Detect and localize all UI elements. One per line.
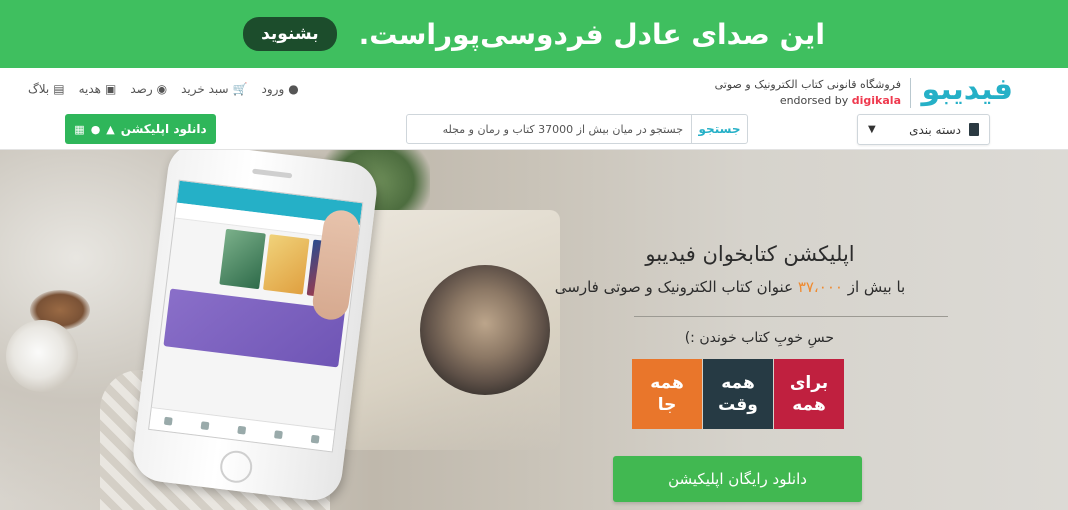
phone-home-button — [218, 448, 255, 485]
phone-mockup — [130, 150, 380, 504]
category-content: دسته بندی — [909, 123, 979, 137]
app-book-item — [219, 228, 266, 290]
nav-blog[interactable]: ▤ بلاگ — [28, 82, 65, 96]
user-icon: ● — [288, 82, 299, 96]
android-icon: ▲ — [106, 122, 115, 136]
eye-icon: ◉ — [156, 82, 168, 96]
tile-everywhere: همه جا — [632, 359, 702, 429]
tile-line2: همه — [792, 395, 826, 415]
tile-line1: برای — [789, 373, 829, 393]
hero-subtitle-suffix: عنوان کتاب الکترونیک و صوتی فارسی — [554, 278, 798, 296]
tile-line1: همه — [650, 373, 684, 393]
free-download-button[interactable]: دانلود رایگان اپلیکیشن — [613, 456, 862, 502]
tab-icon — [310, 434, 320, 444]
chevron-down-icon: ▼ — [868, 124, 876, 135]
nav-gift[interactable]: ▣ هدیه — [79, 82, 117, 96]
endorsed-text: endorsed by — [779, 94, 852, 107]
app-book-item — [262, 234, 310, 295]
book-icon — [969, 123, 979, 136]
windows-icon: ▦ — [74, 122, 85, 136]
nav-gift-label: هدیه — [78, 82, 101, 96]
tile-line2: جا — [657, 395, 677, 415]
nav-track[interactable]: ◉ رصد — [130, 82, 167, 96]
nav-blog-label: بلاگ — [28, 82, 50, 96]
logo-area[interactable]: فیدیبو فروشگاه قانونی کتاب الکترونیک و ص… — [713, 72, 1013, 112]
apple-icon: ● — [90, 122, 101, 136]
nav-login[interactable]: ● ورود — [262, 82, 299, 96]
hero-section: اپلیکشن کتابخوان فیدیبو با بیش از ۳۷،۰۰۰… — [0, 150, 1068, 510]
download-app-button[interactable]: دانلود اپلیکشن ▲ ● ▦ — [65, 114, 216, 144]
category-label: دسته بندی — [909, 122, 961, 137]
search-bar: جستجو — [406, 114, 748, 144]
phone-speaker — [252, 168, 293, 179]
tile-for-everyone: برای همه — [774, 359, 844, 429]
nav-track-label: رصد — [130, 82, 153, 96]
nav-login-label: ورود — [261, 82, 285, 96]
hero-tagline: حسِ خوبِ کتاب خوندن :) — [684, 330, 834, 346]
tab-icon — [200, 420, 210, 430]
nav-cart[interactable]: 🛒 سبد خرید — [181, 82, 247, 96]
digikala-logo: digikala — [851, 94, 901, 107]
feature-tiles: همه جا همه وقت برای همه — [632, 359, 844, 429]
hero-subtitle: با بیش از ۳۷،۰۰۰ عنوان کتاب الکترونیک و … — [520, 278, 940, 296]
hero-title: اپلیکشن کتابخوان فیدیبو — [645, 242, 855, 266]
book-cover — [262, 234, 310, 295]
listen-button[interactable]: بشنوید — [243, 17, 337, 51]
nav-cart-label: سبد خرید — [181, 82, 229, 96]
tab-icon — [164, 416, 174, 426]
promo-banner[interactable]: این صدای عادل فردوسی‌پوراست. بشنوید — [0, 0, 1068, 68]
search-input[interactable] — [407, 115, 691, 143]
endorsed-by: endorsed by digikala — [780, 94, 901, 107]
tile-line2: وقت — [718, 395, 758, 415]
tile-anytime: همه وقت — [703, 359, 773, 429]
promo-text: این صدای عادل فردوسی‌پوراست. — [358, 17, 825, 51]
fidibo-logo[interactable]: فیدیبو — [921, 72, 1013, 107]
logo-divider — [910, 78, 911, 108]
tab-icon — [237, 425, 247, 435]
download-app-label: دانلود اپلیکشن — [120, 122, 207, 136]
hero-book-count: ۳۷،۰۰۰ — [797, 278, 843, 296]
category-dropdown[interactable]: دسته بندی ▼ — [857, 114, 990, 145]
donut-image — [6, 320, 78, 392]
top-nav: ● ورود 🛒 سبد خرید ◉ رصد ▣ هدیه ▤ بلاگ — [28, 82, 299, 96]
search-button[interactable]: جستجو — [691, 115, 747, 143]
app-tab-bar — [149, 407, 335, 452]
tile-line1: همه — [721, 373, 755, 393]
site-tagline: فروشگاه قانونی کتاب الکترونیک و صوتی — [714, 78, 901, 91]
tab-icon — [273, 429, 283, 439]
cart-icon: 🛒 — [232, 82, 248, 96]
gift-icon: ▣ — [105, 82, 117, 96]
book-cover — [219, 228, 266, 290]
hero-subtitle-prefix: با بیش از — [842, 278, 906, 296]
site-header: فیدیبو فروشگاه قانونی کتاب الکترونیک و ص… — [0, 68, 1068, 150]
blog-icon: ▤ — [53, 82, 65, 96]
hero-divider — [634, 316, 948, 317]
